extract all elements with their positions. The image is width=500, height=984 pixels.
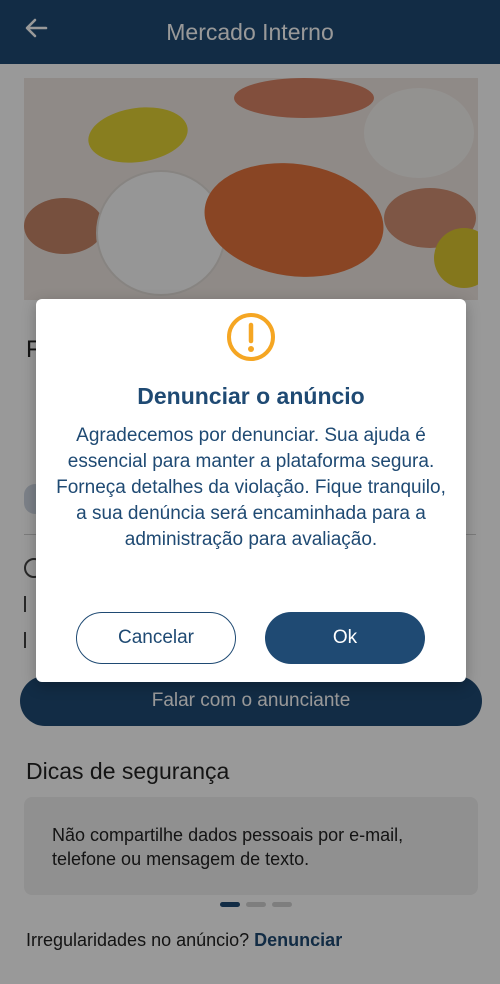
dialog-title: Denunciar o anúncio: [137, 383, 365, 409]
dialog-message: Agradecemos por denunciar. Sua ajuda é e…: [56, 425, 446, 550]
cancel-button[interactable]: Cancelar: [76, 612, 236, 664]
report-dialog: Denunciar o anúncio Agradecemos por denu…: [36, 299, 466, 682]
warning-icon: [227, 313, 275, 361]
ok-button[interactable]: Ok: [265, 612, 425, 664]
